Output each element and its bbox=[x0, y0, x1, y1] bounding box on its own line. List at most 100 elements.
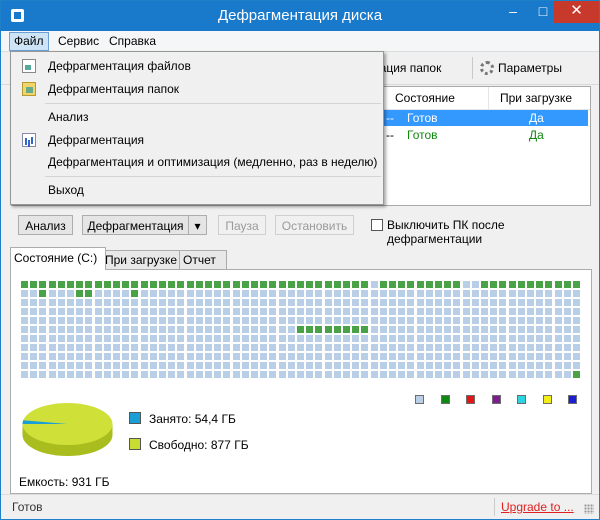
disk-cluster-cell bbox=[554, 335, 562, 342]
disk-cluster-cell bbox=[315, 317, 323, 324]
minimize-button[interactable]: – bbox=[498, 1, 528, 23]
disk-cluster-cell bbox=[444, 308, 452, 315]
disk-cluster-cell bbox=[159, 308, 166, 315]
disk-cluster-cell bbox=[48, 308, 56, 315]
disk-cluster-cell bbox=[140, 290, 148, 297]
disk-cluster-cell bbox=[269, 371, 277, 378]
disk-cluster-cell bbox=[343, 290, 350, 297]
disk-cluster-cell bbox=[260, 317, 268, 324]
stop-button[interactable]: Остановить bbox=[275, 215, 354, 235]
tab-report[interactable]: Отчет bbox=[179, 250, 227, 269]
disk-cluster-cell bbox=[444, 344, 452, 351]
disk-cluster-cell bbox=[195, 290, 203, 297]
disk-cluster-cell bbox=[122, 308, 130, 315]
disk-cluster-cell bbox=[149, 326, 157, 333]
drive-on-boot: Да bbox=[529, 111, 544, 125]
title-bar[interactable]: Дефрагментация диска – □ ✕ bbox=[1, 1, 599, 31]
disk-cluster-map bbox=[21, 281, 582, 381]
analyze-button[interactable]: Анализ bbox=[18, 215, 73, 235]
disk-cluster-cell bbox=[232, 308, 240, 315]
disk-cluster-cell bbox=[573, 362, 580, 369]
disk-cluster-cell bbox=[205, 317, 212, 324]
disk-cluster-cell bbox=[517, 281, 525, 288]
shutdown-checkbox[interactable] bbox=[371, 219, 383, 231]
column-separator[interactable] bbox=[488, 87, 489, 109]
tab-on-boot[interactable]: При загрузке bbox=[101, 250, 181, 269]
disk-cluster-cell bbox=[444, 353, 452, 360]
disk-cluster-cell bbox=[48, 299, 56, 306]
cluster-legend-swatch bbox=[415, 395, 424, 404]
disk-cluster-cell bbox=[517, 371, 525, 378]
disk-cluster-cell bbox=[251, 362, 258, 369]
disk-cluster-cell bbox=[260, 299, 268, 306]
cluster-legend-swatch bbox=[440, 395, 450, 404]
disk-cluster-cell bbox=[554, 308, 562, 315]
disk-cluster-cell bbox=[398, 299, 406, 306]
disk-cluster-cell bbox=[508, 353, 516, 360]
disk-cluster-cell bbox=[251, 290, 258, 297]
column-on-boot[interactable]: При загрузке bbox=[500, 91, 572, 105]
disk-cluster-cell bbox=[554, 362, 562, 369]
disk-cluster-cell bbox=[508, 308, 516, 315]
disk-cluster-cell bbox=[481, 281, 488, 288]
disk-cluster-cell bbox=[269, 344, 277, 351]
shutdown-label[interactable]: Выключить ПК после дефрагментации bbox=[387, 218, 599, 246]
menu-item-defrag-optimize[interactable]: Дефрагментация и оптимизация (медленно, … bbox=[12, 151, 382, 173]
disk-cluster-cell bbox=[85, 299, 93, 306]
disk-cluster-cell bbox=[21, 371, 28, 378]
disk-cluster-cell bbox=[232, 299, 240, 306]
disk-cluster-cell bbox=[48, 317, 56, 324]
disk-cluster-cell bbox=[205, 371, 212, 378]
disk-cluster-cell bbox=[444, 371, 452, 378]
disk-cluster-cell bbox=[481, 299, 488, 306]
params-toolbar-button[interactable]: Параметры bbox=[480, 58, 562, 78]
chart-icon bbox=[22, 133, 36, 147]
upgrade-link[interactable]: Upgrade to ... bbox=[501, 500, 574, 514]
disk-cluster-cell bbox=[186, 362, 194, 369]
disk-cluster-cell bbox=[490, 353, 498, 360]
disk-cluster-cell bbox=[527, 317, 534, 324]
disk-cluster-cell bbox=[398, 371, 406, 378]
menu-item-defrag-folders[interactable]: Дефрагментация папок bbox=[12, 78, 382, 100]
disk-cluster-cell bbox=[343, 308, 350, 315]
disk-cluster-cell bbox=[251, 326, 258, 333]
close-button[interactable]: ✕ bbox=[554, 1, 599, 23]
menu-service[interactable]: Сервис bbox=[54, 33, 103, 49]
disk-cluster-cell bbox=[232, 371, 240, 378]
disk-cluster-cell bbox=[205, 353, 212, 360]
disk-cluster-cell bbox=[287, 299, 295, 306]
disk-cluster-cell bbox=[103, 281, 111, 288]
resize-grip[interactable] bbox=[584, 504, 594, 514]
disk-cluster-cell bbox=[306, 290, 314, 297]
defrag-dropdown-button[interactable]: ▾ bbox=[188, 215, 207, 235]
disk-cluster-cell bbox=[297, 344, 304, 351]
disk-cluster-cell bbox=[122, 317, 130, 324]
disk-cluster-cell bbox=[260, 362, 268, 369]
menu-help[interactable]: Справка bbox=[105, 33, 160, 49]
menu-item-defrag[interactable]: Дефрагментация bbox=[12, 129, 382, 151]
menu-item-exit[interactable]: Выход bbox=[12, 179, 382, 201]
disk-cluster-cell bbox=[453, 281, 461, 288]
disk-cluster-cell bbox=[499, 290, 507, 297]
disk-cluster-cell bbox=[21, 281, 28, 288]
disk-cluster-cell bbox=[462, 290, 470, 297]
disk-cluster-cell bbox=[563, 308, 571, 315]
menu-file[interactable]: Файл bbox=[9, 32, 49, 51]
disk-cluster-cell bbox=[545, 326, 553, 333]
tab-state[interactable]: Состояние (C:) bbox=[10, 247, 106, 270]
disk-cluster-cell bbox=[573, 344, 580, 351]
column-state[interactable]: Состояние bbox=[395, 91, 455, 105]
disk-cluster-cell bbox=[131, 281, 139, 288]
defrag-button[interactable]: Дефрагментация bbox=[82, 215, 189, 235]
pause-button[interactable]: Пауза bbox=[218, 215, 266, 235]
disk-cluster-cell bbox=[444, 290, 452, 297]
disk-cluster-cell bbox=[352, 371, 360, 378]
disk-cluster-cell bbox=[76, 299, 84, 306]
menu-item-analyze[interactable]: Анализ bbox=[12, 106, 382, 128]
menu-item-defrag-files[interactable]: Дефрагментация файлов bbox=[12, 55, 382, 77]
disk-cluster-cell bbox=[370, 362, 378, 369]
disk-cluster-cell bbox=[471, 299, 479, 306]
disk-cluster-cell bbox=[159, 326, 166, 333]
disk-cluster-cell bbox=[168, 326, 176, 333]
disk-cluster-cell bbox=[21, 335, 28, 342]
